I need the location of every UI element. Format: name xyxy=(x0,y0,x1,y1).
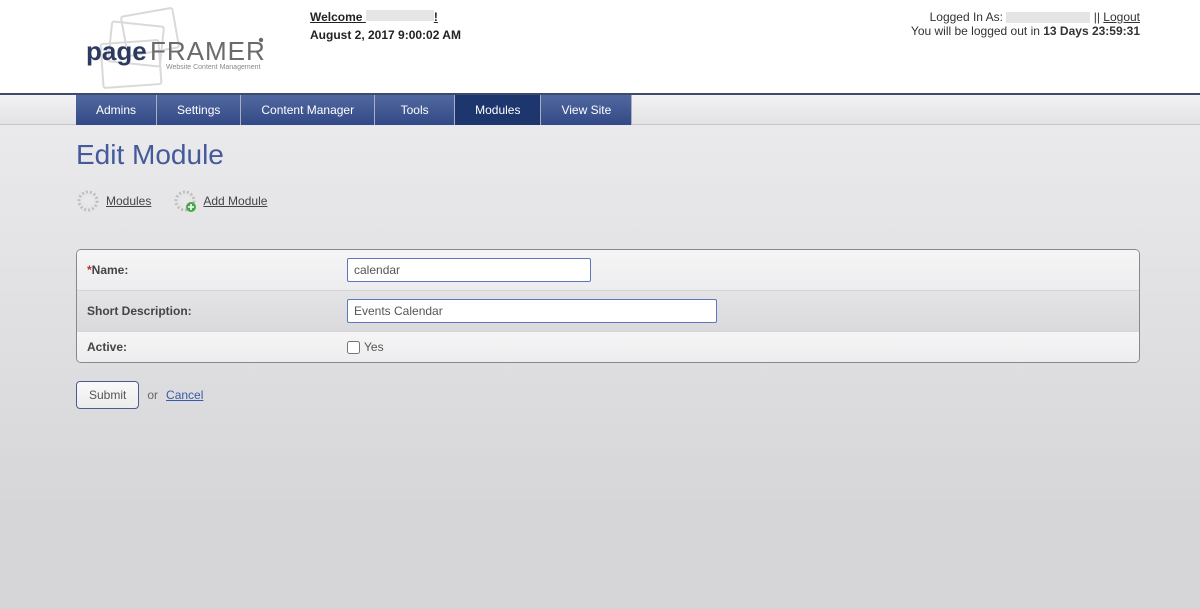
header: page FRAMER Website Content Management W… xyxy=(0,0,1200,95)
submit-row: Submit or Cancel xyxy=(76,381,1140,409)
countdown-value: 13 Days 23:59:31 xyxy=(1043,24,1140,38)
date-text: August 2, 2017 9:00:02 AM xyxy=(310,28,911,42)
gear-plus-icon xyxy=(173,189,197,213)
name-input[interactable] xyxy=(347,258,591,282)
action-links: Modules Add Module xyxy=(76,189,1140,213)
logout-link[interactable]: Logout xyxy=(1103,10,1140,24)
name-label: *Name: xyxy=(87,263,347,277)
add-module-action[interactable]: Add Module xyxy=(173,189,267,213)
nav-tab-settings[interactable]: Settings xyxy=(157,95,241,125)
nav-tab-view-site[interactable]: View Site xyxy=(541,95,632,125)
redacted-username: XXXX xyxy=(366,10,434,21)
active-checkbox[interactable] xyxy=(347,341,360,354)
redacted-user: XXXXX xyxy=(1006,12,1090,23)
logged-in-label: Logged In As: xyxy=(930,10,1003,24)
form-row-desc: Short Description: xyxy=(77,291,1139,332)
desc-input[interactable] xyxy=(347,299,717,323)
nav-bar: Admins Settings Content Manager Tools Mo… xyxy=(0,95,1200,125)
svg-text:Website Content Management: Website Content Management xyxy=(166,64,260,71)
logo: page FRAMER Website Content Management xyxy=(60,6,310,93)
add-module-link[interactable]: Add Module xyxy=(203,194,267,208)
page-title: Edit Module xyxy=(76,139,1140,171)
content-area: Edit Module Modules Add Module *Name: Sh… xyxy=(0,125,1200,609)
modules-link[interactable]: Modules xyxy=(106,194,151,208)
nav-tab-tools[interactable]: Tools xyxy=(375,95,455,125)
desc-label: Short Description: xyxy=(87,304,347,318)
welcome-text: Welcome XXXX! xyxy=(310,10,911,24)
nav-tab-modules[interactable]: Modules xyxy=(455,95,541,125)
or-text: or xyxy=(147,388,158,402)
nav-tab-admins[interactable]: Admins xyxy=(76,95,157,125)
modules-action[interactable]: Modules xyxy=(76,189,151,213)
nav-inner: Admins Settings Content Manager Tools Mo… xyxy=(76,95,1200,125)
svg-text:FRAMER: FRAMER xyxy=(150,36,266,66)
gear-icon xyxy=(76,189,100,213)
nav-tab-content-manager[interactable]: Content Manager xyxy=(241,95,375,125)
svg-text:page: page xyxy=(86,36,147,66)
form-row-active: Active: Yes xyxy=(77,332,1139,362)
header-center: Welcome XXXX! August 2, 2017 9:00:02 AM xyxy=(310,6,911,93)
header-right: Logged In As: XXXXX || Logout You will b… xyxy=(911,6,1140,93)
countdown-prefix: You will be logged out in xyxy=(911,24,1043,38)
submit-button[interactable]: Submit xyxy=(76,381,139,409)
active-label: Active: xyxy=(87,340,347,354)
form-row-name: *Name: xyxy=(77,250,1139,291)
active-checkbox-label[interactable]: Yes xyxy=(347,340,384,354)
cancel-link[interactable]: Cancel xyxy=(166,388,203,402)
form-box: *Name: Short Description: Active: Yes xyxy=(76,249,1140,363)
